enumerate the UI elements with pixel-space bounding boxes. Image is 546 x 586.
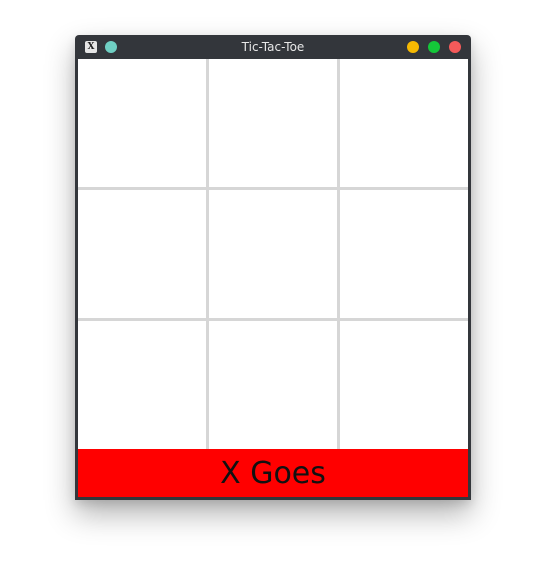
board-cell-6[interactable] — [340, 190, 468, 318]
status-bar: X Goes — [78, 449, 468, 497]
game-board — [78, 59, 468, 449]
board-cell-4[interactable] — [78, 190, 206, 318]
board-cell-2[interactable] — [209, 59, 337, 187]
close-button[interactable] — [449, 41, 461, 53]
board-cell-1[interactable] — [78, 59, 206, 187]
app-window: X Tic-Tac-Toe X Goes — [75, 35, 471, 500]
maximize-button[interactable] — [428, 41, 440, 53]
turn-status-label: X Goes — [220, 456, 326, 491]
board-cell-9[interactable] — [340, 321, 468, 449]
board-cell-8[interactable] — [209, 321, 337, 449]
board-cell-5[interactable] — [209, 190, 337, 318]
board-cell-7[interactable] — [78, 321, 206, 449]
title-bar[interactable]: X Tic-Tac-Toe — [75, 35, 471, 59]
board-cell-3[interactable] — [340, 59, 468, 187]
minimize-button[interactable] — [407, 41, 419, 53]
